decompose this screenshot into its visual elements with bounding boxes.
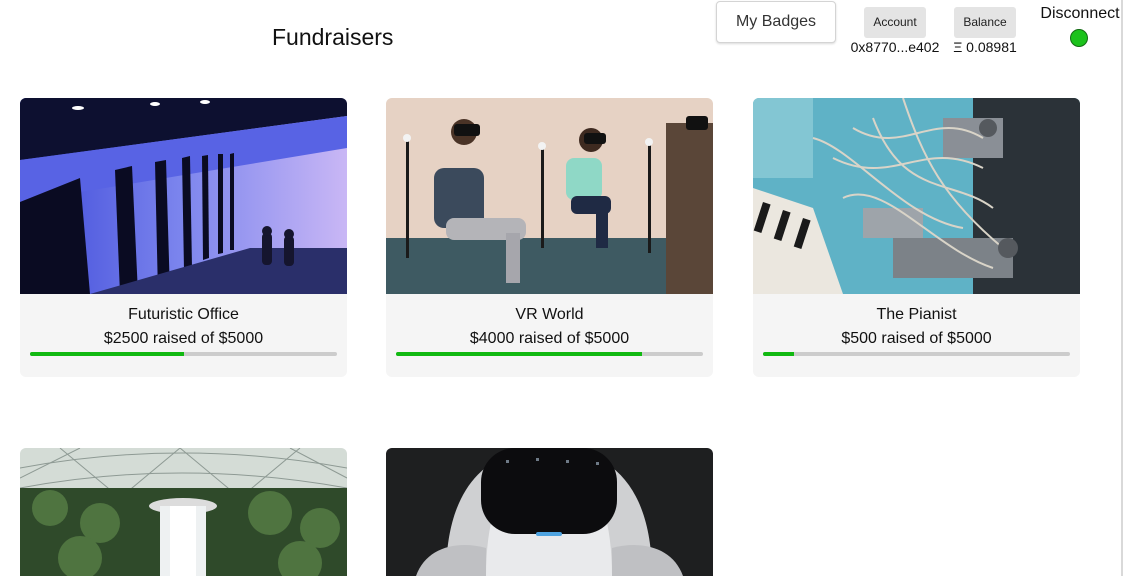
connection-status-icon xyxy=(1070,29,1088,47)
waterfall-photo xyxy=(20,448,347,576)
account-info: Account 0x8770...e402 xyxy=(850,7,940,55)
fundraiser-card[interactable] xyxy=(20,448,347,576)
fundraiser-card[interactable]: The Pianist $500 raised of $5000 xyxy=(753,98,1080,377)
balance-info: Balance Ξ 0.08981 xyxy=(952,7,1018,55)
page-title: Fundraisers xyxy=(272,24,394,50)
fundraiser-card[interactable] xyxy=(386,448,713,576)
fundraiser-raised: $500 raised of $5000 xyxy=(841,330,992,347)
fundraiser-raised: $4000 raised of $5000 xyxy=(469,330,630,347)
disconnect-button[interactable]: Disconnect xyxy=(1040,5,1120,23)
account-value: 0x8770...e402 xyxy=(850,39,940,55)
fundraiser-card[interactable]: Futuristic Office $2500 raised of $5000 xyxy=(20,98,347,377)
fundraiser-title: Futuristic Office xyxy=(128,306,239,323)
fundraiser-title: VR World xyxy=(515,306,584,323)
my-badges-button[interactable]: My Badges xyxy=(716,1,836,43)
fundraiser-title: The Pianist xyxy=(876,306,957,323)
vr-photo xyxy=(386,98,713,294)
fundraiser-card[interactable]: VR World $4000 raised of $5000 xyxy=(386,98,713,377)
disconnect-control[interactable]: Disconnect xyxy=(1040,5,1120,47)
robot-head-photo xyxy=(386,448,713,576)
balance-value: Ξ 0.08981 xyxy=(953,39,1017,55)
robot-piano-photo xyxy=(753,98,1080,294)
tunnel-photo xyxy=(20,98,347,294)
fundraiser-raised: $2500 raised of $5000 xyxy=(103,330,264,347)
balance-label: Balance xyxy=(954,7,1016,38)
account-label: Account xyxy=(864,7,926,38)
